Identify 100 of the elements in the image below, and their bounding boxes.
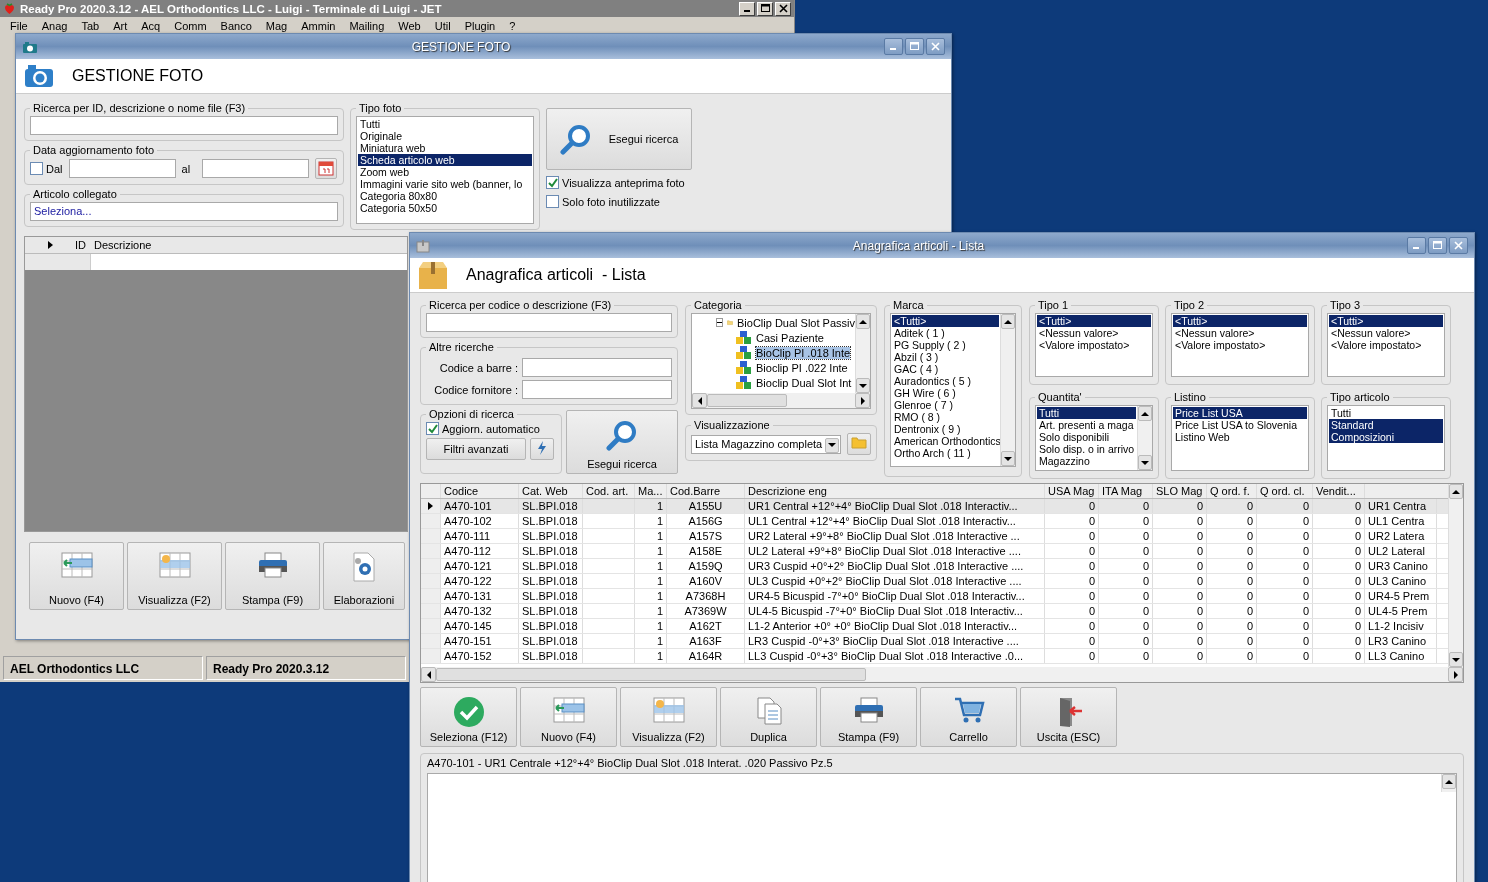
list-item[interactable]: Solo disponibili (1037, 431, 1136, 443)
toolbar-button[interactable]: Nuovo (F4) (520, 687, 617, 747)
column-header[interactable]: Cod. art. (583, 484, 635, 498)
list-item[interactable]: <Valore impostato> (1329, 339, 1443, 351)
list-item[interactable]: <Nessun valore> (1329, 327, 1443, 339)
list-item[interactable]: Solo disp. o in arrivo (1037, 443, 1136, 455)
list-item[interactable]: <Valore impostato> (1037, 339, 1151, 351)
list-item[interactable]: Aditek ( 1 ) (892, 327, 999, 339)
list-item[interactable]: <Nessun valore> (1037, 327, 1151, 339)
list-item[interactable]: Immagini varie sito web (banner, lo (358, 178, 532, 190)
list-item[interactable]: Listino Web (1173, 431, 1307, 443)
scrollbar[interactable] (1000, 314, 1015, 466)
list-item[interactable]: Price List USA (1173, 407, 1307, 419)
checkbox[interactable] (546, 176, 559, 189)
menu-item[interactable]: Web (392, 19, 429, 32)
list-item[interactable]: Tutti (1037, 407, 1136, 419)
column-header[interactable]: USA Mag (1045, 484, 1099, 498)
column-header[interactable]: Q ord. cl. (1257, 484, 1313, 498)
view-dropdown[interactable]: Lista Magazzino completa (691, 434, 841, 454)
menu-item[interactable]: Util (428, 19, 459, 32)
list-item[interactable]: Zoom web (358, 166, 532, 178)
checkbox[interactable] (426, 422, 439, 435)
input-field[interactable] (522, 358, 672, 377)
toolbar-button[interactable]: Elaborazioni (323, 542, 405, 610)
input-field[interactable] (522, 380, 672, 399)
date-field[interactable] (68, 159, 176, 178)
menu-item[interactable]: ? (503, 19, 524, 32)
scrollbar[interactable] (692, 393, 870, 408)
list-item[interactable]: Standard (1329, 419, 1443, 431)
collapse-toggle[interactable] (716, 318, 723, 327)
column-header[interactable]: Descrizione eng (745, 484, 1045, 498)
list-item[interactable]: Miniatura web (358, 142, 532, 154)
list-item[interactable]: Ortho Arch ( 11 ) (892, 447, 999, 459)
checkbox[interactable] (546, 195, 559, 208)
menu-item[interactable]: Anag (35, 19, 76, 32)
search-field[interactable] (30, 116, 338, 135)
tree-item[interactable]: Bioclip PI .022 Inte (756, 361, 848, 374)
search-field[interactable] (426, 313, 672, 332)
list-item[interactable]: Magazzino (1037, 455, 1136, 467)
list-item[interactable]: <Valore impostato> (1173, 339, 1307, 351)
menu-item[interactable]: Plugin (458, 19, 504, 32)
date-field[interactable] (201, 159, 309, 178)
list-item[interactable]: Price List USA to Slovenia (1173, 419, 1307, 431)
column-header[interactable]: Cat. Web (519, 484, 583, 498)
tree-item[interactable]: Casi Paziente (756, 331, 824, 344)
list-item[interactable]: Art. presenti a maga (1037, 419, 1136, 431)
menu-item[interactable]: Acq (135, 19, 169, 32)
list-item[interactable]: GH Wire ( 6 ) (892, 387, 999, 399)
list-box[interactable]: Tutti Art. presenti a maga Solo disponibili Solo disp. o in arrivo Magazzino (1035, 405, 1153, 471)
list-item[interactable]: Scheda articolo web (358, 154, 532, 166)
column-header[interactable]: Descrizione (91, 239, 152, 251)
toolbar-button[interactable]: Seleziona (F12) (420, 687, 517, 747)
scrollbar[interactable] (1137, 406, 1152, 470)
list-item[interactable]: PG Supply ( 2 ) (892, 339, 999, 351)
tree-item[interactable]: Bioclip Dual Slot Int (756, 376, 852, 389)
toolbar-button[interactable]: Carrello (920, 687, 1017, 747)
row-header[interactable] (421, 499, 441, 513)
menu-item[interactable]: File (4, 19, 36, 32)
scrollbar[interactable] (1448, 484, 1463, 667)
list-box[interactable]: <Tutti> <Nessun valore> <Valore impostato> (1171, 313, 1309, 377)
column-header[interactable]: ID (75, 239, 91, 251)
list-item[interactable]: Categoria 50x50 (358, 202, 532, 214)
folder-button[interactable] (847, 433, 871, 455)
menu-item[interactable]: Tab (75, 19, 108, 32)
notes-field[interactable] (427, 773, 1457, 882)
list-item[interactable]: Categoria 80x80 (358, 190, 532, 202)
tree-item[interactable]: BioClip PI .018 Inte (756, 346, 851, 359)
list-box[interactable]: <Tutti> <Nessun valore> <Valore impostato> (1035, 313, 1153, 377)
menu-item[interactable]: Comm (168, 19, 215, 32)
column-header[interactable]: Codice (441, 484, 519, 498)
category-tree[interactable]: BioClip Dual Slot Passiv Casi Paziente BioClip PI .018 Inte Bioclip PI .022 Inte Bioclip Dual Slot Int (691, 313, 871, 409)
list-item[interactable]: GAC ( 4 ) (892, 363, 999, 375)
calendar-button[interactable] (314, 158, 337, 179)
scrollbar[interactable] (855, 314, 870, 393)
list-item[interactable]: Tutti (1329, 407, 1443, 419)
list-item[interactable]: Dentronix ( 9 ) (892, 423, 999, 435)
list-box[interactable]: Price List USA Price List USA to Slovenia Listino Web (1171, 405, 1309, 471)
article-field[interactable]: Seleziona... (30, 202, 338, 221)
list-item[interactable]: Originale (358, 130, 532, 142)
list-box[interactable]: <Tutti> Aditek ( 1 ) PG Supply ( 2 ) Abzil ( 3 ) GAC ( 4 ) Auradontics ( 5 ) GH Wire ( 6 ) Glenroe ( 7 ) RMO ( 8 ) Dentronix ( 9 ) American Orthodontics Ortho Arch ( 11 ) (890, 313, 1016, 467)
column-header[interactable]: Ma... (635, 484, 667, 498)
column-header[interactable]: ITA Mag (1099, 484, 1153, 498)
list-box[interactable]: Tutti Standard Composizioni (1327, 405, 1445, 471)
list-box[interactable]: <Tutti> <Nessun valore> <Valore impostato> (1327, 313, 1445, 377)
list-item[interactable]: Glenroe ( 7 ) (892, 399, 999, 411)
toolbar-button[interactable]: Uscita (ESC) (1020, 687, 1117, 747)
scrollbar[interactable] (421, 667, 1463, 682)
menu-item[interactable]: Banco (214, 19, 260, 32)
toolbar-button[interactable]: Stampa (F9) (225, 542, 320, 610)
column-header[interactable]: Q ord. f. (1207, 484, 1257, 498)
list-item[interactable]: <Tutti> (1173, 315, 1307, 327)
list-item[interactable]: Auradontics ( 5 ) (892, 375, 999, 387)
column-header[interactable]: Vendit... (1313, 484, 1365, 498)
list-item[interactable]: <Tutti> (1329, 315, 1443, 327)
menu-item[interactable]: Ammin (295, 19, 344, 32)
column-header[interactable]: Cod.Barre (667, 484, 745, 498)
list-item[interactable]: Tutti (358, 118, 532, 130)
lightning-button[interactable] (530, 438, 554, 460)
menu-item[interactable]: Mailing (343, 19, 393, 32)
advanced-filters-button[interactable]: Filtri avanzati (426, 438, 526, 460)
